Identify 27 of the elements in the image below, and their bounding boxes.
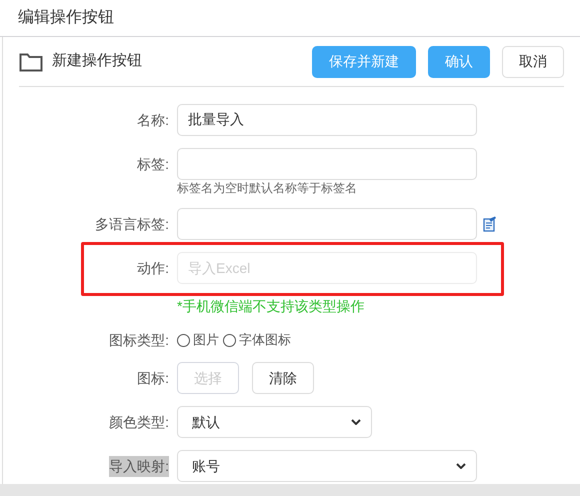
text-field[interactable] — [177, 208, 477, 240]
text-field[interactable] — [177, 148, 477, 180]
field-label: 标签: — [137, 154, 169, 174]
radio-label: 字体图标 — [239, 331, 291, 350]
select-field[interactable]: 账号 — [177, 450, 477, 482]
field-label: 颜色类型: — [109, 412, 169, 432]
select-field[interactable]: 默认 — [177, 406, 372, 438]
edit-document-icon[interactable] — [483, 216, 497, 232]
field-label: 导入映射: — [109, 456, 169, 476]
chevron-down-icon — [456, 463, 466, 469]
window-title: 编辑操作按钮 — [18, 8, 114, 28]
warning-note: *手机微信端不支持该类型操作 — [177, 298, 366, 314]
radio-button[interactable] — [177, 334, 190, 346]
toolbar-button[interactable]: 取消 — [502, 46, 564, 78]
field-label: 图标类型: — [109, 330, 169, 350]
icon-button[interactable]: 清除 — [252, 362, 314, 394]
text-field[interactable]: 批量导入 — [177, 104, 477, 136]
radio-button[interactable] — [223, 334, 236, 346]
panel-title: 新建操作按钮 — [52, 51, 142, 72]
radio-label: 图片 — [193, 331, 219, 350]
chevron-down-icon — [351, 419, 361, 425]
folder-icon — [19, 52, 43, 72]
hint-text: 标签名为空时默认名称等于标签名 — [177, 180, 358, 196]
field-label: 图标: — [137, 368, 169, 388]
field-label: 动作: — [137, 258, 169, 278]
field-label: 多语言标签: — [95, 214, 169, 234]
field-label: 名称: — [137, 110, 169, 130]
